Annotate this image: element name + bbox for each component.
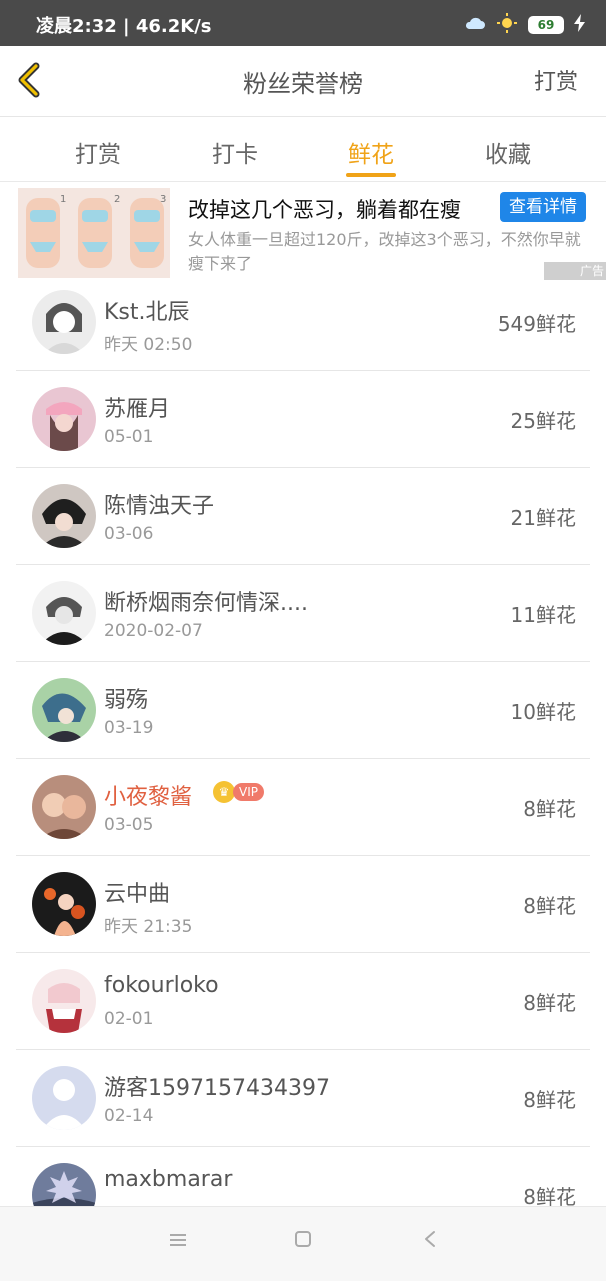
fan-time: 02-14	[104, 1106, 154, 1126]
avatar	[32, 290, 96, 354]
sun-icon	[496, 12, 518, 38]
ad-description: 女人体重一旦超过120斤，改掉这3个恶习，不然你早就瘦下来了	[188, 230, 581, 273]
ad-banner[interactable]: 1 2 3 改掉这几个恶习，躺着都在瘦 查看详情 女人体重一旦超过120斤，改掉…	[0, 182, 606, 280]
tab-checkin[interactable]: 打卡	[175, 135, 295, 169]
flower-count: 549鲜花	[497, 312, 576, 336]
list-item[interactable]: 云中曲 昨天 21:35 8鲜花	[16, 856, 590, 953]
status-icons: 69	[464, 12, 586, 38]
home-button[interactable]	[283, 1229, 323, 1259]
status-left-text: 凌晨2:32 | 46.2K/s	[36, 16, 212, 37]
list-item[interactable]: 断桥烟雨奈何情深.... 2020-02-07 11鲜花	[16, 565, 590, 662]
list-item[interactable]: 游客1597157434397 02-14 8鲜花	[16, 1050, 590, 1147]
fan-name: 陈情浊天子	[104, 494, 215, 519]
fan-name: 小夜黎酱	[104, 785, 193, 810]
avatar	[32, 775, 96, 839]
fan-name: Kst.北辰	[104, 300, 190, 325]
top-app-bar: 粉丝荣誉榜 打赏	[0, 46, 606, 117]
list-item[interactable]: 弱殇 03-19 10鲜花	[16, 662, 590, 759]
flower-count: 11鲜花	[510, 603, 576, 627]
tab-flowers[interactable]: 鲜花	[311, 135, 431, 169]
ad-details-button[interactable]: 查看详情	[500, 192, 586, 222]
home-square-icon	[295, 1231, 311, 1247]
ad-title: 改掉这几个恶习，躺着都在瘦	[188, 198, 461, 222]
fan-time: 昨天 21:35	[104, 917, 193, 937]
flower-count: 8鲜花	[523, 1088, 576, 1112]
ad-image-number-1: 1	[60, 194, 66, 205]
flower-count: 8鲜花	[523, 894, 576, 918]
charging-icon	[574, 14, 586, 36]
fan-ranking-list: Kst.北辰 昨天 02:50 549鲜花 苏雁月 05-01 25鲜花 陈情浊…	[16, 274, 590, 1243]
tab-bar: 打赏 打卡 鲜花 收藏	[0, 117, 606, 182]
back-nav-button[interactable]	[410, 1229, 450, 1259]
menu-icon	[170, 1234, 186, 1246]
tab-reward[interactable]: 打赏	[38, 135, 158, 169]
fan-name: fokourloko	[104, 973, 219, 998]
weather-icon	[464, 15, 486, 35]
page-title: 粉丝荣誉榜	[243, 70, 363, 98]
fan-time: 03-19	[104, 718, 154, 738]
fan-name: maxbmarar	[104, 1167, 233, 1192]
avatar	[32, 387, 96, 451]
avatar	[32, 1066, 96, 1130]
ad-image-number-3: 3	[160, 194, 166, 205]
fan-name: 弱殇	[104, 688, 149, 713]
vip-badge: ♛ VIP	[213, 781, 264, 803]
flower-count: 8鲜花	[523, 991, 576, 1015]
back-triangle-icon	[425, 1231, 435, 1247]
battery-icon: 69	[528, 16, 564, 34]
list-item[interactable]: 苏雁月 05-01 25鲜花	[16, 371, 590, 468]
flower-count: 25鲜花	[510, 409, 576, 433]
fan-time: 2020-02-07	[104, 621, 203, 641]
avatar	[32, 969, 96, 1033]
fan-name: 云中曲	[104, 882, 171, 907]
fan-time: 05-01	[104, 427, 154, 447]
fan-name: 断桥烟雨奈何情深....	[104, 591, 308, 616]
flower-count: 8鲜花	[523, 797, 576, 821]
avatar	[32, 872, 96, 936]
ad-image: 1 2 3	[18, 188, 170, 278]
tab-collect[interactable]: 收藏	[448, 135, 568, 169]
ad-image-number-2: 2	[114, 194, 120, 205]
list-item[interactable]: Kst.北辰 昨天 02:50 549鲜花	[16, 274, 590, 371]
status-bar: 凌晨2:32 | 46.2K/s 69	[0, 0, 606, 46]
list-item[interactable]: 小夜黎酱 ♛ VIP 03-05 8鲜花	[16, 759, 590, 856]
vip-label: VIP	[233, 783, 264, 801]
reward-button[interactable]: 打赏	[534, 64, 578, 96]
flower-count: 10鲜花	[510, 700, 576, 724]
list-item[interactable]: fokourloko 02-01 8鲜花	[16, 953, 590, 1050]
fan-name: 游客1597157434397	[104, 1076, 330, 1101]
fan-time: 昨天 02:50	[104, 335, 193, 355]
crown-icon: ♛	[213, 781, 235, 803]
fan-time: 03-05	[104, 815, 154, 835]
menu-button[interactable]	[158, 1229, 198, 1259]
flower-count: 21鲜花	[510, 506, 576, 530]
fan-time: 02-01	[104, 1009, 154, 1029]
list-item[interactable]: 陈情浊天子 03-06 21鲜花	[16, 468, 590, 565]
system-nav-bar	[0, 1206, 606, 1281]
fan-time: 03-06	[104, 524, 154, 544]
fan-name: 苏雁月	[104, 397, 171, 422]
avatar	[32, 581, 96, 645]
avatar	[32, 484, 96, 548]
active-tab-indicator	[346, 173, 396, 177]
avatar	[32, 678, 96, 742]
